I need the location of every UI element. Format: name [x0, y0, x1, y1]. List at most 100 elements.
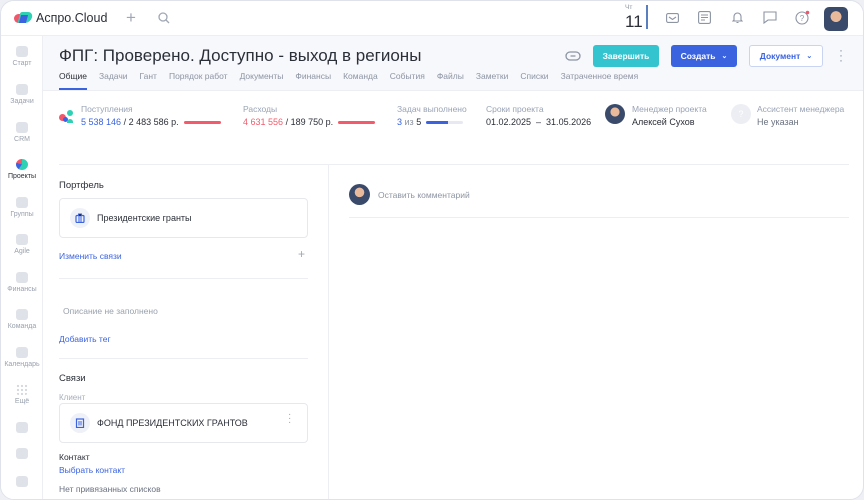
income-planned: / 2 483 586 р. — [123, 117, 179, 127]
user-avatar[interactable] — [824, 7, 848, 31]
finance-icon — [16, 272, 28, 283]
settings-icon — [16, 448, 28, 459]
tab-files[interactable]: Файлы — [437, 71, 464, 90]
finance-icon — [59, 110, 73, 124]
column-divider — [328, 164, 329, 499]
logo-icon — [14, 12, 34, 24]
tab-finance[interactable]: Финансы — [295, 71, 331, 90]
groups-icon — [16, 197, 28, 208]
tasks-stat: Задач выполнено 3 из 5 — [397, 104, 467, 127]
start-icon — [16, 46, 28, 57]
contact-label: Контакт — [59, 452, 90, 462]
expenses-planned: / 189 750 р. — [285, 117, 334, 127]
svg-text:?: ? — [800, 14, 805, 23]
expenses-bar — [338, 121, 376, 125]
more-vertical-icon[interactable]: · · · — [839, 44, 843, 66]
add-tag-link[interactable]: Добавить тег — [59, 334, 111, 344]
agile-icon — [16, 234, 28, 245]
crm-icon — [16, 122, 28, 133]
dates-stat: Сроки проекта 01.02.2025 – 31.05.2026 — [486, 104, 592, 127]
calendar-day-number[interactable]: 11 — [625, 12, 643, 32]
sidebar-item-finance[interactable]: Финансы — [1, 272, 43, 293]
top-bar: Аспро.Cloud + Чт 11 ? — [1, 1, 863, 36]
page-title: ФПГ: Проверено. Доступно - выход в регио… — [59, 46, 422, 65]
links-title: Связи — [59, 373, 86, 384]
calendar-icon — [16, 347, 28, 358]
client-label: Клиент — [59, 393, 86, 402]
calendar-day-name: Чт — [625, 4, 633, 11]
expenses-stat: Расходы 4 631 556 / 189 750 р. — [243, 104, 376, 127]
income-actual: 5 538 146 — [81, 117, 122, 127]
finish-button[interactable]: Завершить — [593, 45, 659, 67]
mail-icon[interactable] — [666, 13, 679, 23]
add-icon[interactable]: + — [298, 247, 305, 261]
sidebar-item-tasks[interactable]: Задачи — [1, 84, 43, 105]
manager-stat: Менеджер проекта Алексей Сухов — [632, 104, 707, 127]
tab-work-order[interactable]: Порядок работ — [169, 71, 228, 90]
tasks-icon — [16, 84, 28, 95]
link-icon[interactable] — [565, 51, 581, 61]
sidebar-item-agile[interactable]: Agile — [1, 234, 43, 255]
tab-notes[interactable]: Заметки — [476, 71, 509, 90]
section-divider — [59, 164, 849, 165]
client-card[interactable]: ФОНД ПРЕЗИДЕНТСКИХ ГРАНТОВ · · · — [59, 403, 308, 443]
change-links-link[interactable]: Изменить связи — [59, 251, 122, 261]
sidebar-extra-3[interactable] — [1, 476, 43, 490]
project-header: ФПГ: Проверено. Доступно - выход в регио… — [43, 36, 863, 91]
app-name: Аспро.Cloud — [36, 11, 108, 25]
team-icon — [16, 309, 28, 320]
tab-team[interactable]: Команда — [343, 71, 378, 90]
document-button[interactable]: Документ ⌄ — [749, 45, 823, 67]
tab-lists[interactable]: Списки — [520, 71, 548, 90]
sidebar-item-projects[interactable]: Проекты — [1, 159, 43, 180]
portfolio-card[interactable]: Президентские гранты — [59, 198, 308, 238]
sidebar-item-groups[interactable]: Группы — [1, 197, 43, 218]
chevron-down-icon: ⌄ — [721, 53, 728, 60]
tab-gantt[interactable]: Гант — [140, 71, 157, 90]
sidebar-extra-2[interactable] — [1, 448, 43, 462]
tab-time-spent[interactable]: Затраченное время — [561, 71, 639, 90]
sidebar-item-crm[interactable]: CRM — [1, 122, 43, 143]
comment-divider — [349, 217, 849, 218]
sidebar-item-calendar[interactable]: Календарь — [1, 347, 43, 368]
sidebar-item-team[interactable]: Команда — [1, 309, 43, 330]
sidebar-item-start[interactable]: Старт — [1, 46, 43, 67]
chevron-down-icon: ⌄ — [806, 53, 813, 60]
calendar-divider — [646, 5, 648, 29]
briefcase-icon — [70, 208, 90, 228]
create-button[interactable]: Создать ⌄ — [671, 45, 737, 67]
search-icon[interactable] — [158, 12, 170, 24]
manager-avatar[interactable] — [605, 104, 625, 124]
tab-tasks[interactable]: Задачи — [99, 71, 128, 90]
building-icon — [70, 413, 90, 433]
app-window: Аспро.Cloud + Чт 11 ? Старт Задачи CRM П… — [0, 0, 864, 500]
expenses-actual: 4 631 556 — [243, 117, 284, 127]
tab-events[interactable]: События — [390, 71, 425, 90]
notes-icon[interactable] — [698, 11, 711, 24]
income-bar — [183, 121, 221, 125]
divider — [59, 278, 308, 279]
add-icon[interactable]: + — [126, 8, 136, 28]
projects-icon — [16, 159, 28, 170]
more-vertical-icon[interactable]: · · · — [288, 410, 291, 428]
assistant-avatar-placeholder[interactable]: ? — [731, 104, 751, 124]
tab-general[interactable]: Общие — [59, 71, 87, 90]
pin-icon — [16, 422, 28, 433]
bell-icon[interactable] — [732, 11, 743, 24]
choose-contact-link[interactable]: Выбрать контакт — [59, 465, 125, 475]
sidebar-item-more[interactable]: Ещё — [1, 384, 43, 405]
grid-icon — [16, 384, 28, 395]
sidebar-extra-1[interactable] — [1, 422, 43, 436]
tab-documents[interactable]: Документы — [240, 71, 284, 90]
tasks-progress — [426, 121, 464, 125]
assistant-stat: Ассистент менеджера Не указан — [757, 104, 845, 127]
income-stat: Поступления 5 538 146 / 2 483 586 р. — [81, 104, 221, 127]
chat-icon[interactable] — [763, 11, 777, 24]
sidebar: Старт Задачи CRM Проекты Группы Agile Фи… — [1, 36, 43, 499]
description-placeholder[interactable]: Описание не заполнено — [63, 306, 158, 316]
help-icon[interactable]: ? — [795, 10, 810, 25]
no-lists-text: Нет привязанных списков — [59, 484, 161, 494]
commenter-avatar — [349, 184, 370, 205]
comment-input[interactable]: Оставить комментарий — [378, 190, 470, 200]
tabs: Общие Задачи Гант Порядок работ Документ… — [59, 71, 638, 90]
